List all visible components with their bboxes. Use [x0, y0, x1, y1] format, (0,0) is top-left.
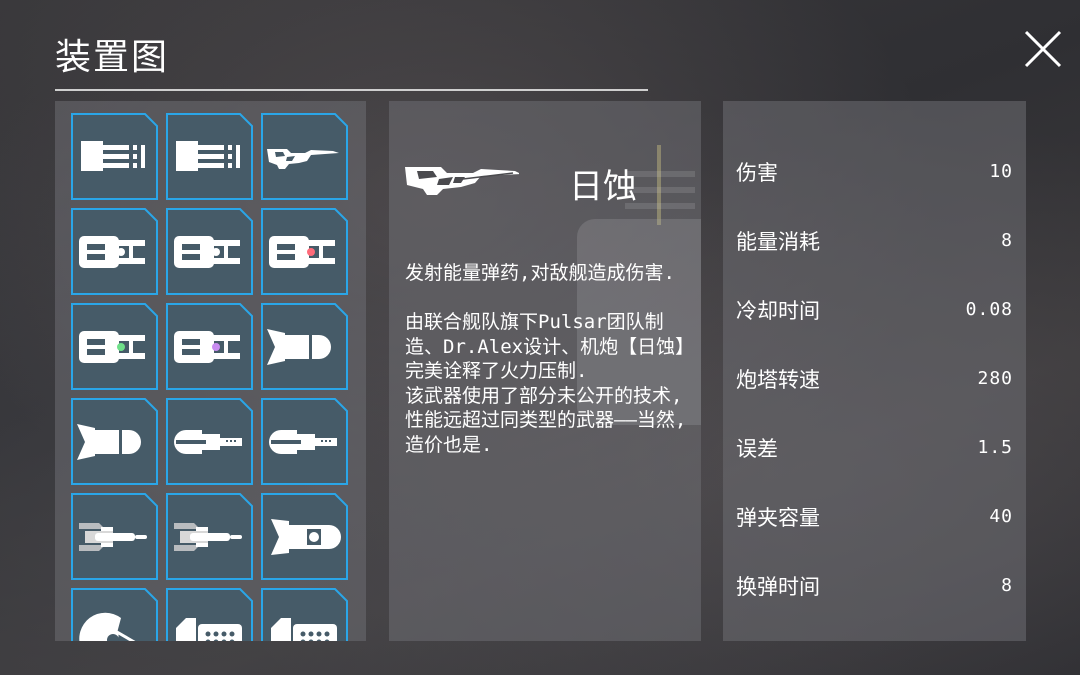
weapon-slot[interactable]	[261, 398, 348, 485]
stat-value: 280	[977, 368, 1013, 389]
close-button[interactable]	[1022, 28, 1064, 70]
stat-label: 误差	[736, 437, 778, 461]
energy-turret-icon	[261, 208, 348, 295]
stat-row: 弹夹容量 40	[736, 496, 1013, 536]
twin-engine-gun-icon	[166, 493, 253, 580]
stat-row: 炮塔转速 280	[736, 358, 1013, 398]
weapon-slot[interactable]	[261, 588, 348, 641]
cluster-pod-icon	[166, 588, 253, 641]
weapon-slot[interactable]	[166, 113, 253, 200]
stat-label: 能量消耗	[736, 230, 820, 254]
cluster-pod-icon	[261, 588, 348, 641]
rail-cannon-icon	[261, 398, 348, 485]
weapon-slot[interactable]	[71, 208, 158, 295]
stat-row: 误差 1.5	[736, 427, 1013, 467]
stat-label: 冷却时间	[736, 299, 820, 323]
eclipse-gun-icon	[403, 157, 521, 205]
weapon-slot[interactable]	[261, 303, 348, 390]
stat-label: 弹夹容量	[736, 506, 820, 530]
stat-value: 8	[1001, 230, 1013, 251]
energy-turret-icon	[166, 303, 253, 390]
weapon-slot[interactable]	[166, 493, 253, 580]
stat-label: 伤害	[736, 161, 778, 185]
weapon-slot[interactable]	[71, 398, 158, 485]
weapon-slot[interactable]	[166, 588, 253, 641]
weapon-slot[interactable]	[71, 303, 158, 390]
weapon-slot[interactable]	[261, 208, 348, 295]
energy-turret-icon	[71, 303, 158, 390]
missile-launcher-icon	[71, 398, 158, 485]
stat-value: 8	[1001, 575, 1013, 596]
dish-emitter-icon	[71, 588, 158, 641]
weapon-grid-panel	[55, 101, 366, 641]
weapon-slot[interactable]	[166, 303, 253, 390]
weapon-stats-panel: 伤害 10 能量消耗 8 冷却时间 0.08 炮塔转速 280 误差 1.5 弹夹容量 40 换弹时间 8	[723, 101, 1026, 641]
heavy-missile-icon	[261, 493, 348, 580]
energy-turret-icon	[71, 208, 158, 295]
rail-cannon-icon	[166, 398, 253, 485]
stat-row: 伤害 10	[736, 151, 1013, 191]
close-icon	[1024, 30, 1062, 68]
weapon-slot[interactable]	[261, 493, 348, 580]
weapon-name: 日蚀	[569, 167, 637, 207]
stat-label: 炮塔转速	[736, 368, 820, 392]
page-title: 装置图	[55, 37, 170, 78]
weapon-slot[interactable]	[166, 208, 253, 295]
stat-value: 0.08	[965, 299, 1013, 320]
twin-engine-gun-icon	[71, 493, 158, 580]
eclipse-gun-icon	[261, 113, 348, 200]
background-ship-mast	[657, 145, 661, 225]
stat-row: 冷却时间 0.08	[736, 289, 1013, 329]
stat-value: 10	[989, 161, 1013, 182]
title-divider	[55, 89, 648, 91]
stat-value: 40	[989, 506, 1013, 527]
stat-label: 换弹时间	[736, 575, 820, 599]
energy-turret-icon	[166, 208, 253, 295]
triple-barrel-cannon-icon	[166, 113, 253, 200]
stat-row: 能量消耗 8	[736, 220, 1013, 260]
weapon-slot[interactable]	[71, 113, 158, 200]
triple-barrel-cannon-icon	[71, 113, 158, 200]
stat-row: 换弹时间 8	[736, 565, 1013, 605]
weapon-slot[interactable]	[71, 493, 158, 580]
weapon-description: 发射能量弹药,对敌舰造成伤害. 由联合舰队旗下Pulsar团队制造、Dr.Ale…	[405, 262, 687, 456]
stat-value: 1.5	[977, 437, 1013, 458]
missile-launcher-icon	[261, 303, 348, 390]
weapon-slot[interactable]	[166, 398, 253, 485]
weapon-slot[interactable]	[71, 588, 158, 641]
weapon-slot[interactable]	[261, 113, 348, 200]
weapon-detail-panel: 日蚀 发射能量弹药,对敌舰造成伤害. 由联合舰队旗下Pulsar团队制造、Dr.…	[389, 101, 701, 641]
